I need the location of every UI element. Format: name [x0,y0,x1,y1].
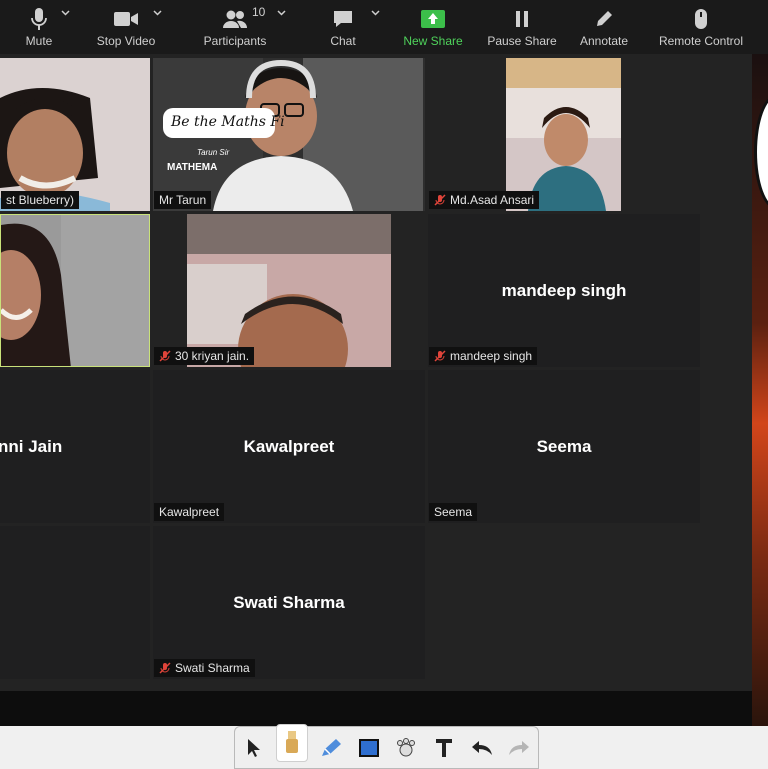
pause-icon [514,7,530,31]
banner-subject: MATHEMA [167,162,218,173]
pencil-icon [594,7,614,31]
participant-video [153,58,425,211]
stop-video-label: Stop Video [96,34,156,48]
share-arrow-icon [421,7,445,31]
select-arrow-icon[interactable] [239,732,269,764]
text-icon[interactable] [429,732,459,764]
microphone-icon [31,7,47,31]
spotlight-icon[interactable] [276,723,309,762]
chevron-down-icon[interactable] [153,8,162,17]
participant-name-tag: 30 kriyan jain. [154,347,255,365]
mute-button[interactable]: Mute [18,0,60,54]
participant-video [187,214,391,367]
participant-tile[interactable]: mandeep singh mandeep singh [428,214,700,367]
eraser-pen-icon[interactable] [316,732,346,764]
annotate-toolbar [234,723,539,769]
participant-tile[interactable]: Be the Maths Fi Tarun Sir MATHEMA Mr Tar… [153,58,425,211]
participants-icon [222,7,248,31]
participant-tile[interactable]: nni Jain [0,370,150,523]
stop-video-button[interactable]: Stop Video [93,0,159,54]
new-share-button[interactable]: New Share [401,0,465,54]
pause-share-button[interactable]: Pause Share [487,0,557,54]
muted-microphone-icon [434,194,446,206]
participant-display-name: mandeep singh [501,280,627,300]
meeting-stage: st Blueberry) Be the Maths Fi Tarun Sir … [0,54,768,726]
meeting-toolbar: Mute Stop Video Participants 10 Chat New… [0,0,768,54]
participant-tile[interactable]: 30 kriyan jain. [153,214,425,367]
participant-display-name: Kawalpreet [243,436,335,456]
shared-screen-edge [752,54,768,726]
muted-microphone-icon [434,350,446,362]
participant-tile[interactable]: Seema Seema [428,370,700,523]
muted-microphone-icon [159,662,171,674]
mute-label: Mute [25,34,53,48]
participant-name-tag: mandeep singh [429,347,538,365]
mouse-icon [694,7,708,31]
participants-count: 10 [252,5,266,19]
participant-tile[interactable]: Kawalpreet Kawalpreet [153,370,425,523]
participant-video [0,58,150,211]
chevron-down-icon[interactable] [61,8,70,17]
new-share-label: New Share [403,34,463,48]
rectangle-icon[interactable] [354,732,384,764]
participant-tile-active-speaker[interactable] [0,214,150,367]
remote-control-label: Remote Control [658,34,744,48]
empty-tile [428,526,700,679]
participant-display-name: Seema [536,436,592,456]
annotate-label: Annotate [579,34,629,48]
banner-text: Be the Maths Fi [171,114,285,130]
participant-display-name: nni Jain [0,436,63,456]
video-camera-icon [113,7,139,31]
participant-tile[interactable] [0,526,150,679]
participant-name-tag: Seema [429,503,478,521]
participants-label: Participants [203,34,267,48]
undo-icon[interactable] [467,732,497,764]
remote-control-button[interactable]: Remote Control [656,0,746,54]
participant-display-name: Swati Sharma [233,592,345,612]
banner-subtitle: Tarun Sir [197,148,230,157]
chat-button[interactable]: Chat [323,0,363,54]
participant-name-tag: Kawalpreet [154,503,225,521]
participant-name-tag: Md.Asad Ansari [429,191,540,209]
participant-tile[interactable]: Md.Asad Ansari [428,58,700,211]
pause-share-label: Pause Share [487,34,557,48]
participant-tile[interactable]: st Blueberry) [0,58,150,211]
participant-video [1,215,149,366]
muted-microphone-icon [159,350,171,362]
chat-label: Chat [330,34,356,48]
chat-bubble-icon [332,7,354,31]
stamp-icon[interactable] [391,732,421,764]
annotate-button[interactable]: Annotate [577,0,631,54]
chevron-down-icon[interactable] [277,8,286,17]
participant-name-tag: st Blueberry) [1,191,80,209]
participant-name-tag: Mr Tarun [154,191,212,209]
participant-name-tag: Swati Sharma [154,659,255,677]
gallery-view: st Blueberry) Be the Maths Fi Tarun Sir … [0,54,752,691]
participant-tile[interactable]: Swati Sharma Swati Sharma [153,526,425,679]
participant-video [506,58,621,211]
chevron-down-icon[interactable] [371,8,380,17]
shared-screen-shape [754,94,768,210]
redo-icon[interactable] [504,732,534,764]
